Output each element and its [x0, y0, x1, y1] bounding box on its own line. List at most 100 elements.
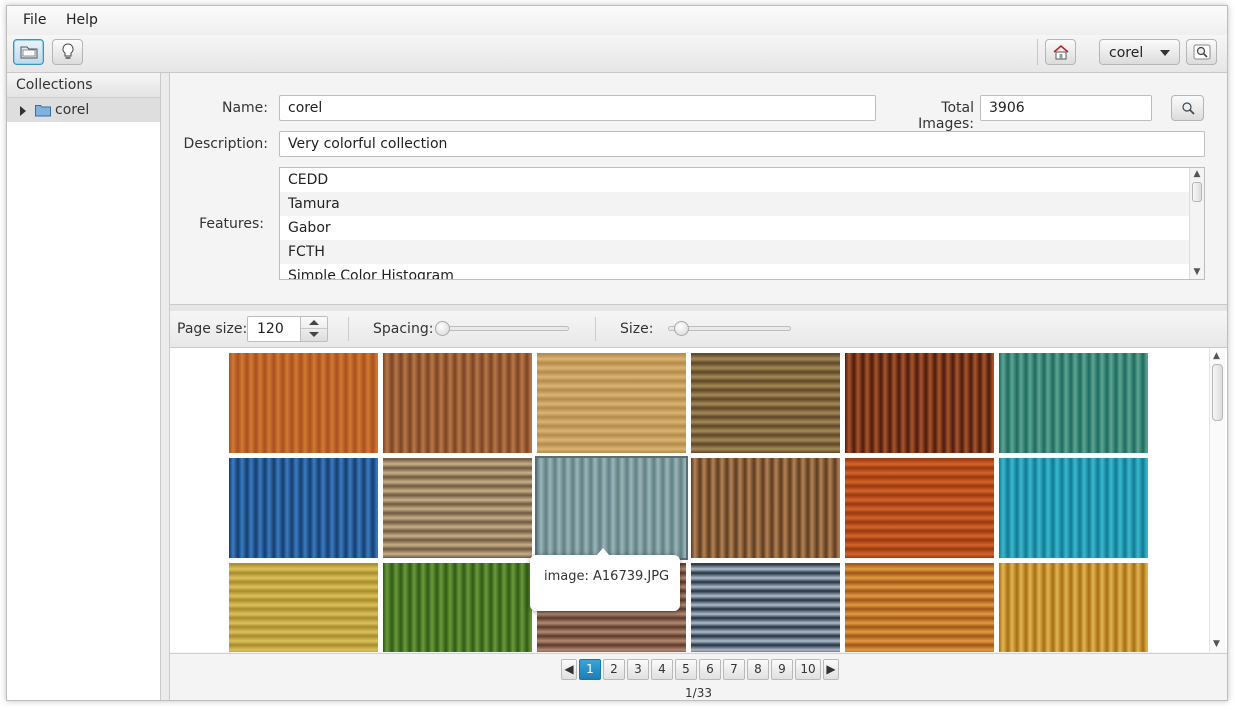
tree-item-label: corel — [55, 102, 90, 118]
spacing-label: Spacing: — [373, 321, 434, 337]
controls-separator — [595, 317, 596, 341]
grid-controls: Page size: 120 Spacing: Size: — [170, 311, 1227, 348]
image-thumbnail[interactable] — [229, 458, 378, 558]
scroll-up-icon[interactable]: ▲ — [1193, 170, 1201, 179]
page-button[interactable]: 4 — [651, 659, 673, 680]
image-thumbnail[interactable] — [691, 353, 840, 453]
page-button[interactable]: 7 — [723, 659, 745, 680]
image-thumbnail[interactable] — [383, 563, 532, 652]
controls-separator — [348, 317, 349, 341]
feature-item[interactable]: FCTH — [280, 240, 1204, 264]
features-scrollbar[interactable]: ▲ ▼ — [1189, 168, 1204, 279]
decrement-icon[interactable] — [309, 332, 319, 337]
menu-help[interactable]: Help — [66, 12, 98, 28]
open-collection-button[interactable] — [13, 39, 44, 65]
sidebar-splitter[interactable] — [161, 73, 170, 700]
scroll-thumb[interactable] — [1192, 182, 1202, 202]
page-button[interactable]: 10 — [795, 659, 821, 680]
page-count: 1/33 — [685, 686, 712, 700]
chevron-down-icon — [1160, 50, 1170, 56]
suggest-button[interactable] — [52, 39, 83, 65]
spinner-divider — [301, 328, 327, 329]
image-thumbnail[interactable] — [845, 458, 994, 558]
image-thumbnail[interactable] — [229, 563, 378, 652]
menu-file[interactable]: File — [23, 12, 46, 28]
size-slider-knob[interactable] — [674, 321, 689, 336]
image-thumbnail[interactable] — [845, 353, 994, 453]
image-grid: ▲ ▼ — [170, 348, 1227, 652]
toolbar-separator — [1037, 39, 1038, 65]
toolbar-search-button[interactable] — [1186, 39, 1217, 65]
page-button[interactable]: 1 — [579, 659, 601, 680]
prev-page-icon[interactable]: ◀ — [561, 659, 577, 680]
spacing-slider[interactable] — [435, 321, 569, 337]
image-thumbnail[interactable] — [999, 563, 1148, 652]
image-thumbnail[interactable] — [999, 458, 1148, 558]
feature-item[interactable]: CEDD — [280, 168, 1204, 192]
folder-icon — [20, 46, 37, 59]
image-thumbnail[interactable] — [383, 353, 532, 453]
description-label: Description: — [183, 136, 268, 152]
collections-panel: Collections corel — [7, 73, 161, 700]
scroll-thumb[interactable] — [1212, 364, 1223, 421]
toolbar: corel — [7, 35, 1227, 73]
spacing-slider-knob[interactable] — [435, 321, 450, 336]
collection-select[interactable]: corel — [1099, 39, 1180, 65]
image-thumbnail[interactable] — [383, 458, 532, 558]
size-label: Size: — [620, 321, 654, 337]
page-button[interactable]: 5 — [675, 659, 697, 680]
image-thumbnail[interactable] — [229, 353, 378, 453]
image-thumbnail[interactable] — [537, 353, 686, 453]
scroll-down-icon[interactable]: ▼ — [1213, 639, 1220, 649]
scroll-up-icon[interactable]: ▲ — [1213, 351, 1220, 361]
description-field[interactable] — [279, 131, 1205, 157]
page-size-value: 120 — [257, 321, 284, 337]
page-button[interactable]: 3 — [627, 659, 649, 680]
scroll-down-icon[interactable]: ▼ — [1193, 268, 1201, 277]
expand-arrow-icon[interactable] — [20, 106, 26, 116]
page-button[interactable]: 8 — [747, 659, 769, 680]
tooltip-text: image: A16739.JPG — [544, 569, 670, 584]
page-button[interactable]: 6 — [699, 659, 721, 680]
features-label: Features: — [199, 216, 264, 232]
collection-form: Name: Total Images: Description: Feature… — [170, 73, 1227, 304]
total-images-field[interactable] — [980, 95, 1152, 121]
main-panel: Name: Total Images: Description: Feature… — [170, 73, 1227, 700]
pagination: ◀ 1 2 3 4 5 6 7 8 9 10 ▶ 1/33 — [170, 653, 1227, 700]
page-button[interactable]: 2 — [603, 659, 625, 680]
collection-select-value: corel — [1109, 45, 1144, 61]
tooltip-caret — [596, 548, 610, 556]
home-button[interactable] — [1045, 39, 1076, 65]
image-thumbnail[interactable] — [691, 563, 840, 652]
page-button[interactable]: 9 — [771, 659, 793, 680]
name-label: Name: — [221, 100, 268, 116]
feature-item[interactable]: Tamura — [280, 192, 1204, 216]
collections-header: Collections — [7, 73, 160, 98]
lightbulb-icon — [62, 43, 73, 59]
grid-scrollbar[interactable]: ▲ ▼ — [1209, 348, 1225, 652]
home-icon — [1052, 44, 1069, 60]
features-list[interactable]: CEDD Tamura Gabor FCTH Simple Color Hist… — [279, 167, 1205, 280]
spinner-buttons[interactable] — [300, 317, 327, 341]
form-search-button[interactable] — [1171, 95, 1204, 121]
tree-item-corel[interactable]: corel — [7, 98, 160, 122]
name-field[interactable] — [279, 95, 876, 121]
slider-track — [435, 326, 569, 331]
page-size-spinner[interactable]: 120 — [247, 316, 328, 342]
feature-item[interactable]: Simple Color Histogram — [280, 264, 1204, 279]
folder-icon — [35, 105, 51, 117]
total-images-label: Total Images: — [918, 100, 974, 132]
image-thumbnail[interactable] — [999, 353, 1148, 453]
next-page-icon[interactable]: ▶ — [823, 659, 839, 680]
image-tooltip: image: A16739.JPG — [530, 548, 680, 611]
search-icon — [1193, 44, 1210, 60]
image-thumbnail[interactable] — [535, 456, 688, 560]
increment-icon[interactable] — [309, 320, 319, 325]
feature-item[interactable]: Gabor — [280, 216, 1204, 240]
image-thumbnail[interactable] — [845, 563, 994, 652]
menu-bar: File Help — [7, 6, 1227, 36]
search-icon — [1181, 102, 1195, 115]
size-slider[interactable] — [668, 321, 791, 337]
image-thumbnail[interactable] — [691, 458, 840, 558]
page-size-label: Page size: — [177, 321, 248, 337]
